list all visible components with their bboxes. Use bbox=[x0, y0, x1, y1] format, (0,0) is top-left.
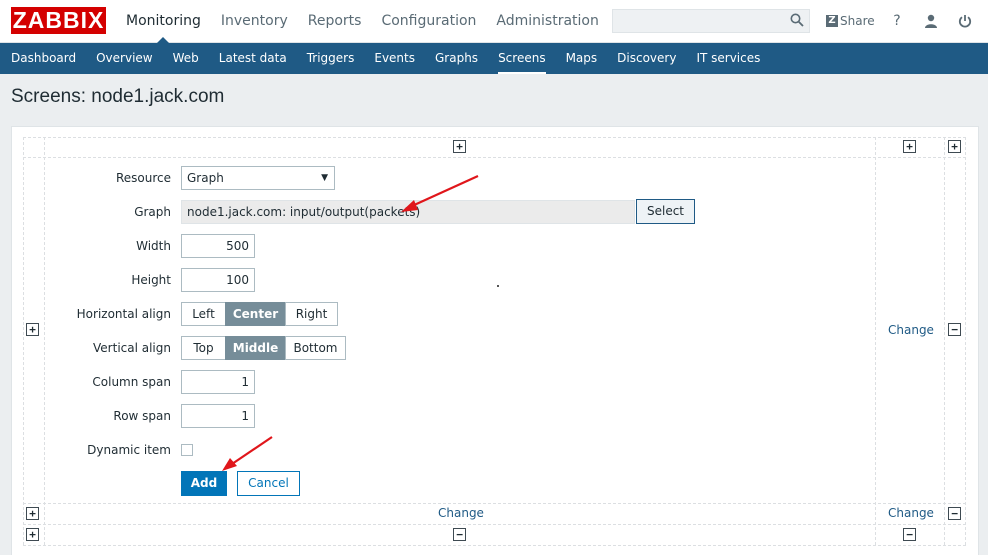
horizontal-align-group: Left Center Right bbox=[181, 302, 338, 326]
search-icon[interactable] bbox=[790, 13, 804, 30]
resource-select-value: Graph bbox=[187, 171, 224, 185]
add-row-button[interactable]: + bbox=[26, 507, 39, 520]
graph-field: node1.jack.com: input/output(packets) bbox=[181, 200, 635, 224]
share-label: Share bbox=[840, 14, 875, 28]
power-icon[interactable] bbox=[956, 12, 974, 30]
main-menu: Monitoring Inventory Reports Configurati… bbox=[116, 0, 609, 44]
menu-reports[interactable]: Reports bbox=[298, 0, 372, 43]
halign-center-option[interactable]: Center bbox=[225, 302, 286, 326]
add-column-button[interactable]: + bbox=[948, 140, 961, 153]
submenu-triggers[interactable]: Triggers bbox=[297, 43, 365, 74]
submenu-graphs[interactable]: Graphs bbox=[425, 43, 488, 74]
zabbix-logo[interactable]: ZABBIX bbox=[11, 7, 106, 34]
submenu-discovery[interactable]: Discovery bbox=[607, 43, 686, 74]
cancel-button[interactable]: Cancel bbox=[237, 471, 300, 496]
add-row-button[interactable]: + bbox=[26, 528, 39, 541]
width-label: Width bbox=[136, 239, 171, 253]
submenu-overview[interactable]: Overview bbox=[86, 43, 163, 74]
resource-select[interactable]: Graph ▼ bbox=[181, 166, 335, 190]
dynamic-item-label: Dynamic item bbox=[87, 443, 171, 457]
sub-menu: Dashboard Overview Web Latest data Trigg… bbox=[0, 43, 988, 74]
menu-monitoring[interactable]: Monitoring bbox=[116, 0, 211, 44]
width-input[interactable]: 500 bbox=[181, 234, 255, 258]
submenu-latest-data[interactable]: Latest data bbox=[209, 43, 297, 74]
share-button[interactable]: Z Share bbox=[826, 13, 875, 29]
valign-middle-option[interactable]: Middle bbox=[225, 336, 286, 360]
remove-column-button[interactable]: − bbox=[903, 528, 916, 541]
menu-configuration[interactable]: Configuration bbox=[371, 0, 486, 43]
column-span-input[interactable]: 1 bbox=[181, 370, 255, 394]
remove-row-button[interactable]: − bbox=[948, 323, 961, 336]
share-icon: Z bbox=[826, 15, 838, 27]
vertical-align-label: Vertical align bbox=[93, 341, 171, 355]
valign-bottom-option[interactable]: Bottom bbox=[285, 336, 346, 360]
grid-line bbox=[965, 137, 966, 545]
change-link[interactable]: Change bbox=[438, 506, 484, 520]
resource-label: Resource bbox=[115, 171, 171, 185]
submenu-dashboard[interactable]: Dashboard bbox=[0, 43, 86, 74]
change-link[interactable]: Change bbox=[888, 323, 934, 337]
row-span-input[interactable]: 1 bbox=[181, 404, 255, 428]
submenu-web[interactable]: Web bbox=[163, 43, 209, 74]
add-button[interactable]: Add bbox=[181, 471, 227, 496]
menu-administration[interactable]: Administration bbox=[486, 0, 608, 43]
top-header: ZABBIX Monitoring Inventory Reports Conf… bbox=[0, 0, 988, 44]
dropdown-arrow-icon: ▼ bbox=[321, 173, 328, 183]
remove-column-button[interactable]: − bbox=[453, 528, 466, 541]
grid-line bbox=[44, 137, 45, 545]
add-column-button[interactable]: + bbox=[453, 140, 466, 153]
grid-line bbox=[23, 545, 966, 546]
graph-field-value: node1.jack.com: input/output(packets) bbox=[187, 205, 421, 219]
change-link[interactable]: Change bbox=[888, 506, 934, 520]
horizontal-align-label: Horizontal align bbox=[76, 307, 171, 321]
submenu-maps[interactable]: Maps bbox=[556, 43, 608, 74]
search-input[interactable] bbox=[612, 9, 810, 33]
stray-dot bbox=[497, 285, 499, 287]
grid-line bbox=[23, 157, 966, 158]
submenu-it-services[interactable]: IT services bbox=[686, 43, 770, 74]
halign-right-option[interactable]: Right bbox=[285, 302, 338, 326]
help-icon[interactable]: ? bbox=[888, 12, 906, 30]
remove-row-button[interactable]: − bbox=[948, 507, 961, 520]
height-label: Height bbox=[131, 273, 171, 287]
grid-line bbox=[23, 503, 966, 504]
user-icon[interactable] bbox=[922, 12, 940, 30]
grid-line bbox=[23, 524, 966, 525]
grid-line bbox=[23, 137, 24, 545]
grid-line bbox=[23, 137, 966, 138]
vertical-align-group: Top Middle Bottom bbox=[181, 336, 346, 360]
grid-line bbox=[875, 137, 876, 545]
row-span-label: Row span bbox=[113, 409, 171, 423]
dynamic-item-checkbox[interactable] bbox=[181, 444, 193, 456]
select-graph-button[interactable]: Select bbox=[636, 199, 695, 224]
add-row-button[interactable]: + bbox=[26, 323, 39, 336]
page-title: Screens: node1.jack.com bbox=[11, 86, 225, 107]
height-input[interactable]: 100 bbox=[181, 268, 255, 292]
graph-label: Graph bbox=[134, 205, 171, 219]
submenu-events[interactable]: Events bbox=[364, 43, 425, 74]
add-column-button[interactable]: + bbox=[903, 140, 916, 153]
column-span-label: Column span bbox=[92, 375, 171, 389]
menu-inventory[interactable]: Inventory bbox=[211, 0, 298, 43]
grid-line bbox=[944, 137, 945, 545]
valign-top-option[interactable]: Top bbox=[181, 336, 226, 360]
halign-left-option[interactable]: Left bbox=[181, 302, 226, 326]
submenu-screens[interactable]: Screens bbox=[488, 43, 556, 74]
